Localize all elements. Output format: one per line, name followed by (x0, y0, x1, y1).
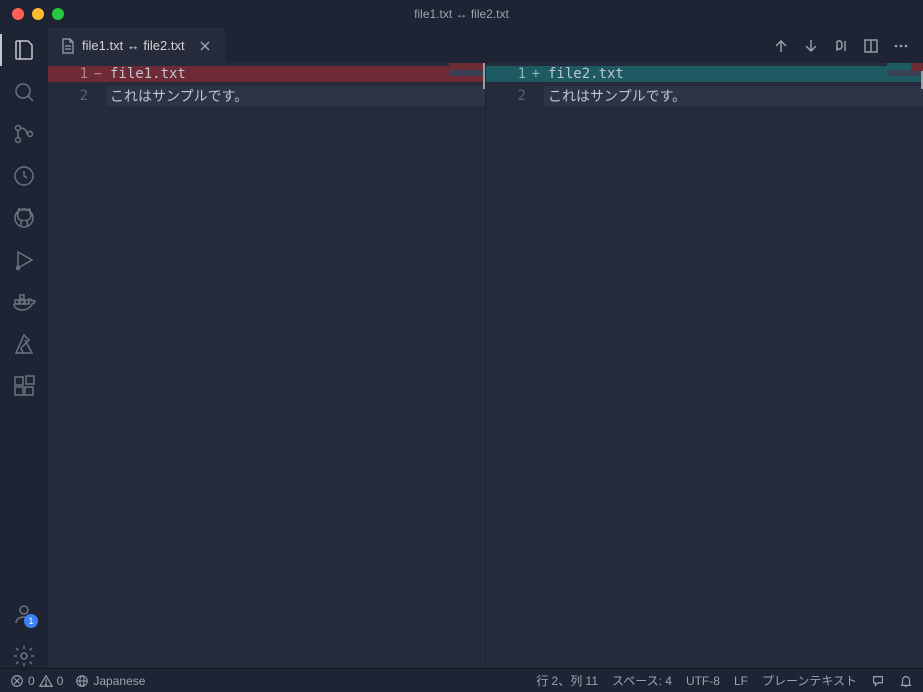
settings-gear-icon[interactable] (12, 644, 36, 668)
notifications-icon[interactable] (899, 674, 913, 688)
language-mode-status[interactable]: プレーンテキスト (762, 672, 857, 689)
activity-bar: 1 (0, 28, 48, 668)
close-tab-icon[interactable] (197, 38, 213, 54)
next-change-icon[interactable] (803, 38, 819, 54)
indent-status[interactable]: スペース: 4 (612, 672, 672, 689)
docker-icon[interactable] (12, 290, 36, 314)
minimize-window-button[interactable] (32, 8, 44, 20)
globe-icon (75, 674, 89, 688)
status-bar: 0 0 Japanese 行 2、列 11 スペース: 4 UTF-8 LF プ… (0, 668, 923, 692)
minimap-left[interactable] (449, 63, 485, 668)
source-control-icon[interactable] (12, 122, 36, 146)
toggle-whitespace-icon[interactable] (833, 38, 849, 54)
azure-icon[interactable] (12, 332, 36, 356)
tab-bar: file1.txt ↔ file2.txt (48, 28, 923, 63)
feedback-icon[interactable] (871, 674, 885, 688)
error-icon (10, 674, 24, 688)
split-editor-icon[interactable] (863, 38, 879, 54)
editor-actions (773, 28, 923, 63)
more-actions-icon[interactable] (893, 38, 909, 54)
diff-line-removed[interactable]: 1− file1.txt (48, 63, 485, 85)
diff-line-added[interactable]: 1+ file2.txt (486, 63, 923, 85)
cursor-position-status[interactable]: 行 2、列 11 (536, 672, 598, 689)
language-display-status[interactable]: Japanese (75, 674, 145, 688)
diff-right-pane[interactable]: 1+ file2.txt 2 これはサンプルです。 (485, 63, 923, 668)
encoding-status[interactable]: UTF-8 (686, 674, 720, 688)
explorer-icon[interactable] (12, 38, 36, 62)
diff-tab[interactable]: file1.txt ↔ file2.txt (48, 28, 225, 63)
title-bar: file1.txt ↔ file2.txt (0, 0, 923, 28)
maximize-window-button[interactable] (52, 8, 64, 20)
extensions-icon[interactable] (12, 374, 36, 398)
search-icon[interactable] (12, 80, 36, 104)
window-title: file1.txt ↔ file2.txt (414, 7, 509, 21)
overview-ruler[interactable] (911, 63, 923, 668)
problems-status[interactable]: 0 0 (10, 674, 63, 688)
timeline-icon[interactable] (12, 164, 36, 188)
window-controls (0, 8, 64, 20)
run-debug-icon[interactable] (12, 248, 36, 272)
diff-container: 1− file1.txt 2 これはサンプルです。 1+ file2.txt (48, 63, 923, 668)
account-icon[interactable]: 1 (12, 602, 36, 626)
prev-change-icon[interactable] (773, 38, 789, 54)
warning-icon (39, 674, 53, 688)
github-icon[interactable] (12, 206, 36, 230)
account-badge: 1 (24, 614, 38, 628)
eol-status[interactable]: LF (734, 674, 748, 688)
diff-left-pane[interactable]: 1− file1.txt 2 これはサンプルです。 (48, 63, 485, 668)
diff-line[interactable]: 2 これはサンプルです。 (48, 85, 485, 107)
close-window-button[interactable] (12, 8, 24, 20)
diff-line[interactable]: 2 これはサンプルです。 (486, 85, 923, 107)
file-icon (60, 38, 76, 54)
editor-area: file1.txt ↔ file2.txt (48, 28, 923, 668)
tab-label: file1.txt ↔ file2.txt (82, 38, 185, 53)
